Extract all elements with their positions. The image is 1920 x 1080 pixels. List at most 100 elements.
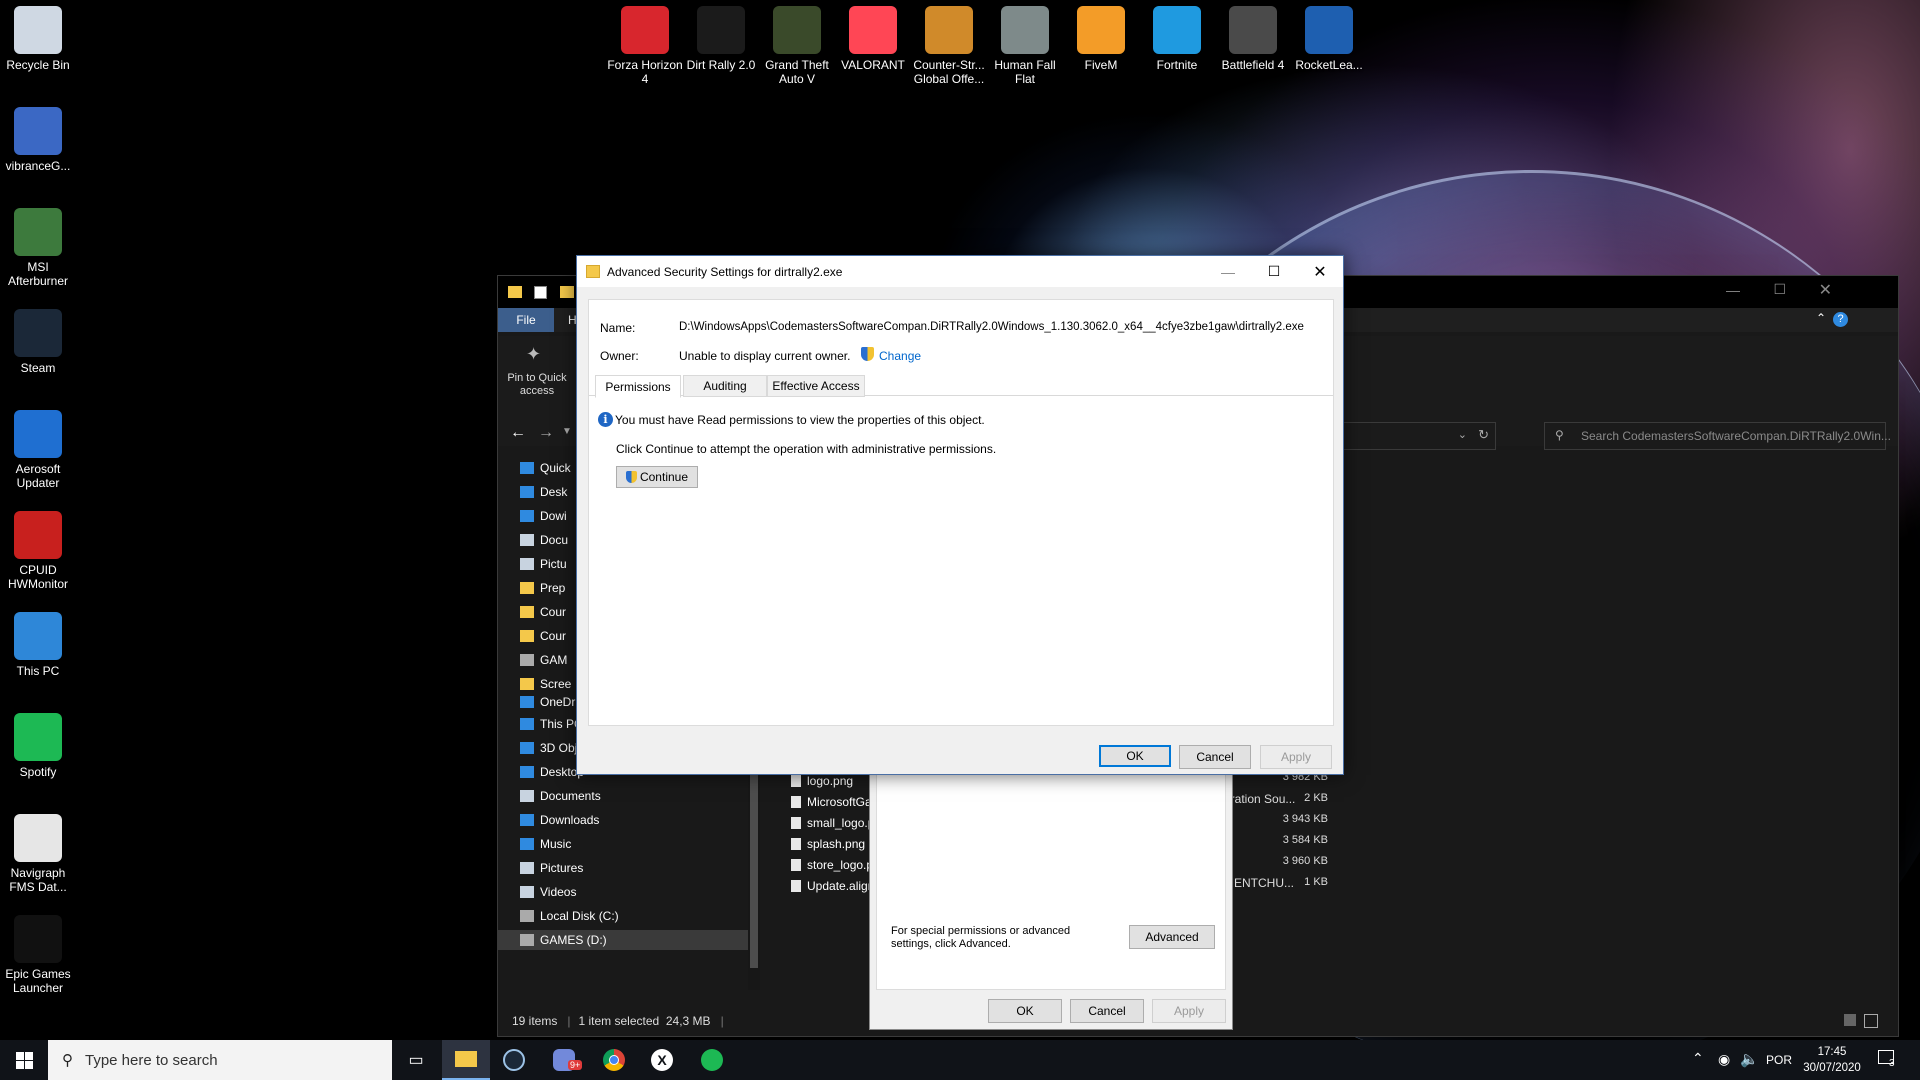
close-button[interactable]: ✕: [1297, 256, 1343, 287]
apply-button[interactable]: Apply: [1152, 999, 1226, 1023]
sidebar-item[interactable]: Documents: [520, 786, 601, 806]
file-tab[interactable]: File: [498, 308, 554, 332]
desktop-icon[interactable]: Grand Theft Auto V: [759, 6, 835, 86]
action-center-button[interactable]: 3: [1878, 1048, 1900, 1070]
desktop-icon[interactable]: Aerosoft Updater: [0, 410, 76, 490]
address-bar[interactable]: ⌄ ↻: [1338, 422, 1496, 450]
properties-dialog[interactable]: For special permissions or advanced sett…: [869, 772, 1233, 1030]
chrome-taskbar-button[interactable]: [590, 1040, 638, 1080]
start-button[interactable]: [0, 1040, 48, 1080]
maximize-button[interactable]: ☐: [1251, 256, 1297, 287]
task-view-icon: ▭: [408, 1052, 424, 1069]
sidebar-item[interactable]: Music: [520, 834, 571, 854]
tab-auditing[interactable]: Auditing: [683, 375, 767, 397]
sidebar-item[interactable]: Quick: [520, 458, 571, 478]
details-view-icon[interactable]: [1844, 1014, 1856, 1026]
forward-arrow-icon[interactable]: →: [538, 424, 554, 442]
desktop-icon[interactable]: This PC: [0, 612, 76, 678]
sidebar-item-label: Videos: [540, 885, 577, 899]
file-row[interactable]: Update.align: [791, 876, 874, 896]
change-owner-link[interactable]: Change: [879, 349, 921, 363]
network-icon[interactable]: ◉: [1718, 1051, 1730, 1068]
search-field[interactable]: ⚲ Search CodemastersSoftwareCompan.DiRTR…: [1544, 422, 1891, 450]
sidebar-item[interactable]: Downloads: [520, 810, 599, 830]
file-row[interactable]: MicrosoftGa: [791, 792, 872, 812]
close-button[interactable]: ✕: [1819, 280, 1832, 300]
spotify-taskbar-button[interactable]: [688, 1040, 736, 1080]
clock[interactable]: 17:45 30/07/2020: [1800, 1044, 1864, 1076]
desktop-icon[interactable]: Steam: [0, 309, 76, 375]
apply-button[interactable]: Apply: [1260, 745, 1332, 769]
sidebar-item[interactable]: Dowi: [520, 506, 567, 526]
task-view-button[interactable]: ▭: [392, 1040, 440, 1080]
sidebar-item[interactable]: Desk: [520, 482, 567, 502]
file-row[interactable]: splash.png: [791, 834, 865, 854]
file-row[interactable]: store_logo.p: [791, 855, 873, 875]
help-icon[interactable]: ?: [1833, 312, 1848, 327]
pin-quick-access-button[interactable]: ✦ Pin to Quick access: [498, 336, 574, 400]
sidebar-item[interactable]: OneDr: [520, 692, 575, 712]
continue-button[interactable]: Continue: [616, 466, 698, 488]
sidebar-item[interactable]: Cour: [520, 626, 566, 646]
item-count: 19 items: [512, 1014, 558, 1028]
sidebar-item[interactable]: Desktop: [520, 762, 584, 782]
tab-permissions[interactable]: Permissions: [595, 375, 681, 398]
desktop-icon[interactable]: FiveM: [1063, 6, 1139, 72]
refresh-icon[interactable]: ↻: [1478, 427, 1489, 443]
desktop-icon[interactable]: Recycle Bin: [0, 6, 76, 72]
sidebar-item[interactable]: Scree: [520, 674, 571, 694]
xbox-taskbar-button[interactable]: X: [638, 1040, 686, 1080]
cancel-button[interactable]: Cancel: [1179, 745, 1251, 769]
desktop-icon[interactable]: RocketLea...: [1291, 6, 1367, 72]
tiles-view-icon[interactable]: [1864, 1014, 1878, 1028]
sidebar-item[interactable]: Cour: [520, 602, 566, 622]
desktop-icon[interactable]: vibranceG...: [0, 107, 76, 173]
sidebar-item[interactable]: Videos: [520, 882, 576, 902]
desktop-icon[interactable]: Dirt Rally 2.0: [683, 6, 759, 72]
discord-taskbar-button[interactable]: 9+: [540, 1040, 588, 1080]
desktop-icon[interactable]: Epic Games Launcher: [0, 915, 76, 995]
desktop-icon-label: RocketLea...: [1295, 58, 1363, 72]
chevron-down-icon[interactable]: ⌄: [1458, 428, 1467, 441]
taskbar-search-input[interactable]: ⚲ Type here to search: [48, 1040, 392, 1080]
sidebar-item[interactable]: Pictu: [520, 554, 567, 574]
sidebar-item[interactable]: GAMES (D:): [498, 930, 748, 950]
sidebar-item[interactable]: Pictures: [520, 858, 583, 878]
advanced-security-dialog[interactable]: Advanced Security Settings for dirtrally…: [576, 255, 1344, 775]
sidebar-item[interactable]: Local Disk (C:): [520, 906, 619, 926]
desktop-icon[interactable]: Human Fall Flat: [987, 6, 1063, 86]
sidebar-item[interactable]: Prep: [520, 578, 565, 598]
sidebar-item[interactable]: Docu: [520, 530, 568, 550]
desktop-icon[interactable]: Fortnite: [1139, 6, 1215, 72]
desktop-icon[interactable]: Spotify: [0, 713, 76, 779]
volume-icon[interactable]: 🔈: [1740, 1050, 1759, 1068]
minimize-button[interactable]: —: [1205, 256, 1251, 287]
desktop-icon[interactable]: Forza Horizon 4: [607, 6, 683, 86]
desktop-icon: [520, 486, 534, 498]
file-explorer-taskbar-button[interactable]: [442, 1040, 490, 1080]
language-indicator[interactable]: POR: [1766, 1053, 1792, 1067]
ok-button[interactable]: OK: [988, 999, 1062, 1023]
desktop-icon[interactable]: VALORANT: [835, 6, 911, 72]
show-hidden-icons-chevron[interactable]: ⌃: [1692, 1050, 1704, 1067]
maximize-button[interactable]: ☐: [1773, 281, 1786, 298]
chevron-down-icon[interactable]: ▼: [562, 426, 572, 437]
desktop-icon[interactable]: Navigraph FMS Dat...: [0, 814, 76, 894]
tab-effective-access[interactable]: Effective Access: [767, 375, 865, 397]
dialog-content: Name: D:\WindowsApps\CodemastersSoftware…: [588, 299, 1334, 726]
sidebar-item[interactable]: GAM: [520, 650, 567, 670]
ribbon-collapse-icon[interactable]: ⌃: [1816, 311, 1826, 325]
advanced-button[interactable]: Advanced: [1129, 925, 1215, 949]
ok-button[interactable]: OK: [1099, 745, 1171, 767]
sidebar-item[interactable]: This PC: [520, 714, 583, 734]
back-arrow-icon[interactable]: ←: [510, 424, 526, 442]
desktop-icon[interactable]: Battlefield 4: [1215, 6, 1291, 72]
minimize-button[interactable]: —: [1726, 282, 1740, 298]
desktop-icon[interactable]: CPUID HWMonitor: [0, 511, 76, 591]
cancel-button[interactable]: Cancel: [1070, 999, 1144, 1023]
desktop-icon[interactable]: Counter-Str... Global Offe...: [911, 6, 987, 86]
file-row[interactable]: small_logo.p: [791, 813, 874, 833]
desktop-icon-label: FiveM: [1084, 58, 1118, 72]
steam-taskbar-button[interactable]: [490, 1040, 538, 1080]
desktop-icon[interactable]: MSI Afterburner: [0, 208, 76, 288]
